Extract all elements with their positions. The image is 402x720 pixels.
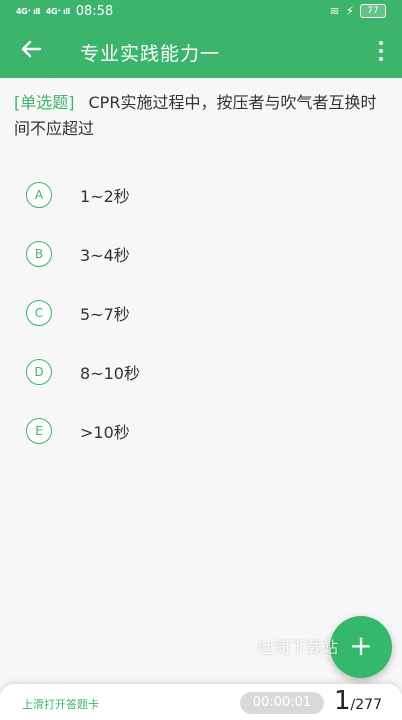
option-d[interactable]: D 8~10秒	[26, 355, 326, 389]
option-text: 1~2秒	[80, 187, 130, 206]
cellular-signal-icon: 4G⁺ ıll	[16, 6, 40, 16]
question-type-label: [单选题]	[14, 93, 75, 112]
option-letter-badge: A	[26, 182, 52, 208]
page-title: 专业实践能力一	[80, 43, 221, 65]
plus-icon: +	[349, 629, 373, 662]
status-right: ≋ ⚡ 77	[329, 4, 386, 18]
back-arrow-icon[interactable]	[18, 38, 44, 64]
status-bar: 4G⁺ ıll 4G⁺ ıll 08:58 ≋ ⚡ 77	[0, 0, 402, 24]
cellular-signal-icon-2: 4G⁺ ıll	[45, 6, 70, 16]
option-text: 8~10秒	[80, 364, 140, 383]
option-c[interactable]: C 5~7秒	[26, 296, 326, 330]
watermark-text: 吐司下载站	[258, 638, 339, 657]
bottom-bar: 上滑打开答题卡 00:00:01 1/277	[0, 684, 402, 720]
option-text: >10秒	[80, 423, 130, 442]
current-question-number: 1	[334, 686, 351, 716]
more-dot	[379, 41, 383, 45]
question-progress: 1/277	[334, 686, 382, 716]
option-letter-badge: E	[26, 418, 52, 444]
back-arrow-svg	[21, 40, 42, 58]
wifi-icon: ≋	[329, 4, 340, 18]
option-e[interactable]: E >10秒	[26, 414, 326, 448]
app-bar: 专业实践能力一	[0, 24, 402, 78]
question-stem: [单选题] CPR实施过程中，按压者与吹气者互换时间不应超过	[14, 90, 390, 142]
more-vertical-icon[interactable]	[374, 39, 388, 63]
add-fab-button[interactable]: +	[330, 616, 392, 678]
more-dot	[379, 57, 383, 61]
option-text: 5~7秒	[80, 305, 130, 324]
charging-icon: ⚡	[345, 4, 354, 18]
option-text: 3~4秒	[80, 246, 130, 265]
more-dot	[379, 49, 383, 53]
status-time: 08:58	[75, 4, 114, 19]
status-left: 4G⁺ ıll 4G⁺ ıll 08:58	[16, 4, 113, 19]
exam-timer: 00:00:01	[240, 692, 324, 714]
option-b[interactable]: B 3~4秒	[26, 237, 326, 271]
option-letter-badge: B	[26, 241, 52, 267]
option-letter-badge: C	[26, 300, 52, 326]
battery-icon: 77	[360, 4, 386, 18]
total-question-count: 277	[355, 697, 382, 713]
answer-card-handle[interactable]: 上滑打开答题卡	[22, 696, 99, 712]
option-letter-badge: D	[26, 359, 52, 385]
option-a[interactable]: A 1~2秒	[26, 178, 326, 212]
